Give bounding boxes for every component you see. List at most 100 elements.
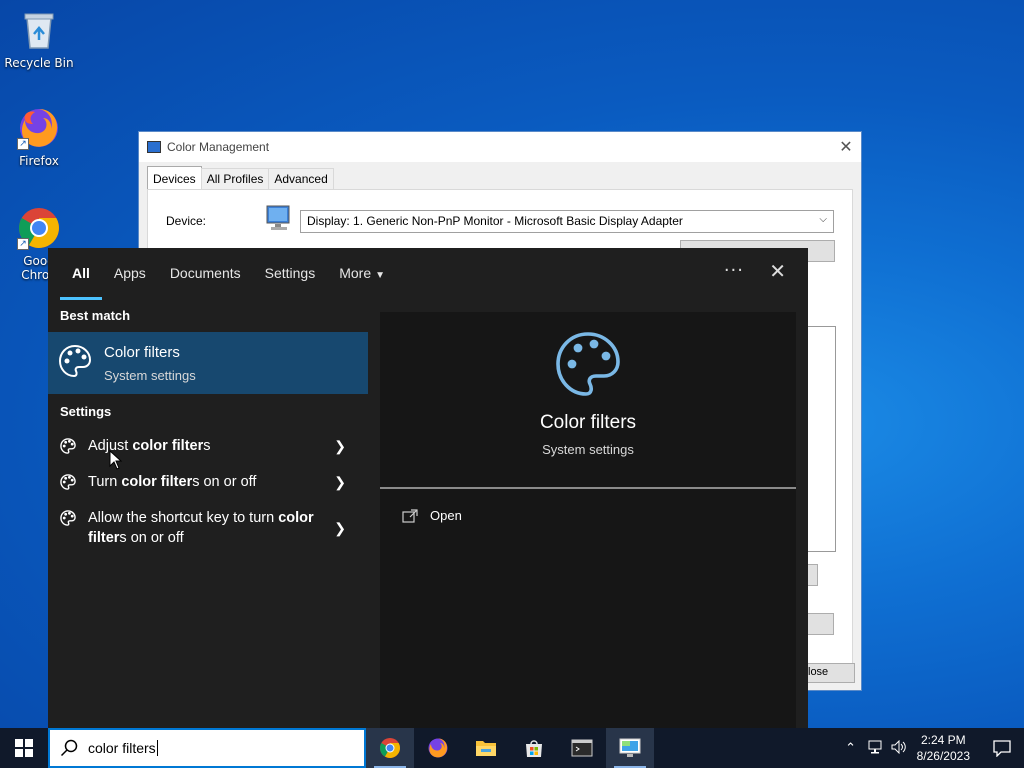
taskbar-terminal[interactable] (558, 728, 606, 768)
close-button-label: lose (808, 666, 829, 678)
monitor-icon (619, 738, 641, 757)
tab-label: Documents (169, 265, 241, 281)
chrome-icon: ↗ (17, 206, 61, 250)
best-match-heading: Best match (60, 308, 131, 323)
preview-subtitle: System settings (542, 442, 634, 457)
palette-icon (60, 438, 76, 454)
action-center-button[interactable] (980, 728, 1024, 768)
tab-devices[interactable]: Devices (147, 166, 202, 189)
best-match-title: Color filters (104, 344, 180, 361)
device-dropdown-value: Display: 1. Generic Non-PnP Monitor - Mi… (307, 214, 683, 228)
clock-date: 8/26/2023 (916, 749, 970, 763)
window-title: Color Management (167, 140, 270, 154)
network-icon[interactable] (863, 740, 887, 757)
open-action-label: Open (430, 508, 462, 523)
search-icon (60, 739, 78, 757)
palette-icon (58, 344, 92, 378)
system-tray: ⌃ 2:24 PM 8/26/2023 (839, 728, 1024, 768)
device-dropdown[interactable]: Display: 1. Generic Non-PnP Monitor - Mi… (300, 210, 834, 233)
palette-icon (60, 474, 76, 490)
tab-documents[interactable]: Documents (158, 248, 253, 300)
setting-turn-color-filters-on-off[interactable]: Turn color filters on or off ❯ (48, 472, 368, 496)
open-icon (402, 508, 418, 523)
taskbar-search-input[interactable]: color filters (48, 728, 366, 768)
desktop-icon-label: Firefox (19, 154, 59, 168)
tab-label: Apps (113, 265, 146, 281)
setting-shortcut-key-color-filters[interactable]: Allow the shortcut key to turn color fil… (48, 508, 368, 552)
windows-logo-icon (15, 739, 33, 757)
tab-label: More (339, 265, 372, 281)
chevron-right-icon[interactable]: ❯ (334, 474, 346, 491)
label-pre: Allow the shortcut key to turn (88, 510, 279, 526)
setting-label: Turn color filters on or off (88, 472, 328, 492)
start-button[interactable] (0, 728, 48, 768)
tab-label: Settings (264, 265, 316, 281)
tab-all[interactable]: All (60, 248, 102, 300)
clock-time: 2:24 PM (920, 733, 966, 747)
tab-apps[interactable]: Apps (102, 248, 158, 300)
taskbar-microsoft-store[interactable] (510, 728, 558, 768)
more-options-icon[interactable]: ··· (724, 260, 744, 281)
tab-settings[interactable]: Settings (253, 248, 328, 300)
desktop-icon-recycle-bin[interactable]: Recycle Bin (4, 8, 74, 70)
label-post: s (203, 438, 211, 454)
chevron-up-icon[interactable]: ⌃ (839, 740, 863, 756)
text-caret (156, 740, 158, 756)
caret-down-icon: ▼ (375, 270, 386, 281)
setting-label: Allow the shortcut key to turn color fil… (88, 508, 328, 548)
tab-all-profiles[interactable]: All Profiles (200, 168, 270, 189)
search-scope-tabs: All Apps Documents Settings More ▼ (48, 248, 808, 300)
palette-icon (554, 330, 622, 398)
label-pre: Turn (88, 474, 122, 490)
setting-adjust-color-filters[interactable]: Adjust color filters ❯ (48, 436, 368, 460)
shortcut-arrow-icon: ↗ (17, 138, 29, 150)
window-close-button[interactable]: ✕ (831, 137, 861, 157)
tab-more[interactable]: More ▼ (327, 248, 397, 300)
label-post: s on or off (119, 530, 184, 546)
clock[interactable]: 2:24 PM 8/26/2023 (911, 732, 980, 764)
recycle-bin-icon (17, 8, 61, 52)
search-query-text: color filters (88, 740, 156, 756)
close-button[interactable]: lose (805, 663, 855, 683)
taskbar: color filters ⌃ 2:24 PM 8/26/2023 (0, 728, 1024, 768)
taskbar-firefox[interactable] (414, 728, 462, 768)
preview-title: Color filters (539, 412, 637, 433)
taskbar-chrome[interactable] (366, 728, 414, 768)
desktop-icon-firefox[interactable]: ↗ Firefox (4, 106, 74, 168)
label-match: color filter (121, 474, 193, 490)
best-match-result[interactable]: Color filters System settings (48, 332, 368, 394)
color-management-icon (147, 141, 161, 153)
setting-label: Adjust color filters (88, 436, 328, 456)
monitor-icon (264, 204, 294, 234)
label-post: s on or off (192, 474, 257, 490)
preview-divider (380, 487, 796, 489)
firefox-icon: ↗ (17, 106, 61, 150)
chrome-icon (380, 738, 400, 758)
close-icon[interactable]: ✕ (769, 259, 786, 283)
taskbar-file-explorer[interactable] (462, 728, 510, 768)
taskbar-color-management[interactable] (606, 728, 654, 768)
terminal-icon (571, 739, 593, 757)
label-match: color filter (132, 438, 204, 454)
results-list: Best match Color filters System settings… (48, 300, 368, 728)
folder-icon (476, 741, 496, 756)
notification-icon (993, 740, 1011, 757)
result-preview-pane: Color filters System settings Open (380, 312, 796, 728)
mouse-cursor-icon (109, 449, 123, 470)
chevron-down-icon: ⌵ (819, 214, 827, 225)
store-icon (526, 740, 542, 757)
tab-label: All (72, 265, 90, 281)
desktop-icon-label: Recycle Bin (4, 56, 74, 70)
firefox-icon (428, 738, 448, 758)
window-tabs: Devices All Profiles Advanced (139, 162, 861, 189)
chevron-right-icon[interactable]: ❯ (334, 438, 346, 455)
window-titlebar[interactable]: Color Management ✕ (139, 132, 861, 162)
tab-advanced[interactable]: Advanced (268, 168, 334, 189)
volume-icon[interactable] (887, 739, 911, 757)
palette-icon (60, 510, 76, 526)
shortcut-arrow-icon: ↗ (17, 238, 29, 250)
device-label: Device: (166, 214, 207, 228)
settings-heading: Settings (60, 404, 112, 419)
open-action[interactable]: Open (402, 508, 462, 523)
chevron-right-icon[interactable]: ❯ (334, 520, 346, 537)
